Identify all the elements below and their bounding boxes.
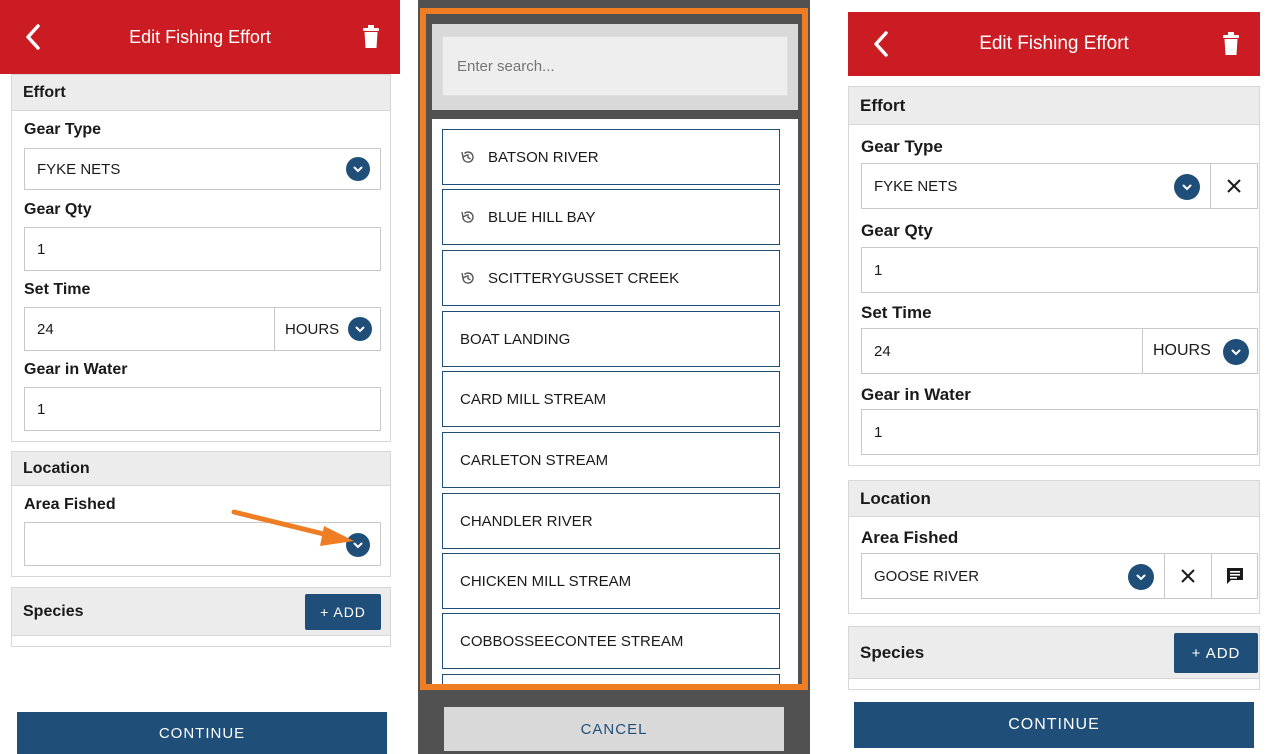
- set-time-input[interactable]: 24: [24, 307, 275, 351]
- list-item-partial[interactable]: [442, 674, 780, 684]
- search-input[interactable]: [442, 36, 788, 96]
- list-item-label: BOAT LANDING: [460, 330, 571, 348]
- history-icon: [461, 151, 474, 163]
- trash-icon[interactable]: [362, 25, 380, 49]
- list-item-label: BATSON RIVER: [488, 148, 599, 166]
- gear-type-select[interactable]: FYKE NETS: [24, 148, 381, 190]
- set-time-label: Set Time: [861, 303, 932, 322]
- app-header: Edit Fishing Effort: [848, 12, 1260, 76]
- location-heading: Location: [12, 452, 390, 486]
- list-item[interactable]: BOAT LANDING: [442, 311, 780, 367]
- effort-card: Effort Gear Type FYKE NETS Gear Qty 1 Se…: [11, 74, 391, 442]
- continue-button[interactable]: CONTINUE: [17, 712, 387, 754]
- trash-icon[interactable]: [1222, 32, 1240, 56]
- effort-heading: Effort: [12, 75, 390, 111]
- species-card: Species + ADD: [11, 587, 391, 647]
- chevron-left-icon[interactable]: [22, 23, 44, 51]
- chevron-down-icon[interactable]: [1128, 564, 1154, 590]
- gear-qty-value: 1: [874, 261, 883, 279]
- set-time-unit-value: HOURS: [1153, 342, 1211, 359]
- edit-fishing-effort-screen-empty: Edit Fishing Effort Effort Gear Type FYK…: [0, 0, 400, 754]
- gear-type-select[interactable]: FYKE NETS: [861, 163, 1211, 209]
- chevron-down-icon[interactable]: [348, 317, 372, 341]
- history-icon: [461, 211, 474, 223]
- list-item[interactable]: SCITTERYGUSSET CREEK: [442, 250, 780, 306]
- gear-type-value: FYKE NETS: [37, 160, 121, 178]
- area-picker-screen: BATSON RIVER BLUE HILL BAY SCITTERYGUSSE…: [418, 0, 810, 754]
- search-bar: [432, 24, 798, 110]
- page-title: Edit Fishing Effort: [129, 26, 271, 47]
- list-item[interactable]: BLUE HILL BAY: [442, 189, 780, 245]
- gear-qty-input[interactable]: 1: [24, 227, 381, 271]
- gear-in-water-value: 1: [37, 400, 46, 418]
- gear-qty-value: 1: [37, 240, 46, 258]
- list-item-label: CHANDLER RIVER: [460, 512, 593, 530]
- gear-qty-input[interactable]: 1: [861, 247, 1258, 293]
- gear-qty-label: Gear Qty: [24, 201, 92, 218]
- list-item-label: SCITTERYGUSSET CREEK: [488, 269, 680, 287]
- set-time-input[interactable]: 24: [861, 328, 1143, 374]
- app-header: Edit Fishing Effort: [0, 0, 400, 74]
- close-icon: [1181, 569, 1195, 583]
- effort-card: Effort Gear Type FYKE NETS Gear Qty 1 Se…: [848, 86, 1260, 466]
- set-time-unit-select[interactable]: HOURS: [274, 307, 381, 351]
- area-fished-value: GOOSE RIVER: [874, 567, 980, 585]
- edit-fishing-effort-screen-filled: Edit Fishing Effort Effort Gear Type FYK…: [838, 0, 1270, 754]
- comment-button[interactable]: [1211, 553, 1258, 599]
- gear-in-water-label: Gear in Water: [861, 385, 971, 404]
- area-fished-label: Area Fished: [24, 496, 116, 513]
- history-icon: [461, 272, 474, 284]
- list-item-label: CARLETON STREAM: [460, 451, 609, 469]
- list-item[interactable]: CHICKEN MILL STREAM: [442, 553, 780, 609]
- chevron-down-icon[interactable]: [1223, 339, 1249, 365]
- list-item-label: CARD MILL STREAM: [460, 390, 607, 408]
- chevron-down-icon[interactable]: [346, 157, 370, 181]
- list-item-label: COBBOSSEECONTEE STREAM: [460, 632, 684, 650]
- list-item-label: CHICKEN MILL STREAM: [460, 572, 632, 590]
- page-title: Edit Fishing Effort: [979, 33, 1129, 54]
- chevron-left-icon[interactable]: [870, 30, 892, 58]
- cancel-button[interactable]: CANCEL: [444, 707, 784, 751]
- close-icon: [1227, 179, 1241, 193]
- list-item[interactable]: CARLETON STREAM: [442, 432, 780, 488]
- list-item[interactable]: COBBOSSEECONTEE STREAM: [442, 613, 780, 669]
- clear-gear-type-button[interactable]: [1210, 163, 1258, 209]
- gear-qty-label: Gear Qty: [861, 221, 933, 240]
- effort-heading: Effort: [849, 87, 1259, 125]
- add-species-button[interactable]: + ADD: [305, 594, 381, 630]
- continue-button[interactable]: CONTINUE: [854, 702, 1254, 748]
- set-time-unit-value: HOURS: [285, 320, 340, 338]
- area-fished-select[interactable]: GOOSE RIVER: [861, 553, 1165, 599]
- chevron-down-icon[interactable]: [1174, 174, 1200, 200]
- area-fished-label: Area Fished: [861, 528, 959, 547]
- species-card: Species + ADD: [848, 626, 1260, 690]
- gear-in-water-label: Gear in Water: [24, 361, 128, 378]
- set-time-unit-select[interactable]: HOURS: [1142, 328, 1258, 374]
- gear-in-water-value: 1: [874, 423, 883, 441]
- arrow-annotation-icon: [231, 509, 354, 546]
- add-species-button[interactable]: + ADD: [1174, 633, 1258, 673]
- gear-type-label: Gear Type: [24, 121, 102, 138]
- gear-type-label: Gear Type: [861, 137, 943, 156]
- gear-in-water-input[interactable]: 1: [24, 387, 381, 431]
- gear-in-water-input[interactable]: 1: [861, 409, 1258, 455]
- set-time-label: Set Time: [24, 281, 91, 298]
- list-item[interactable]: CARD MILL STREAM: [442, 371, 780, 427]
- list-item-label: BLUE HILL BAY: [488, 208, 596, 226]
- set-time-value: 24: [874, 342, 891, 360]
- picker-highlight-frame: BATSON RIVER BLUE HILL BAY SCITTERYGUSSE…: [420, 8, 808, 690]
- list-item[interactable]: CHANDLER RIVER: [442, 493, 780, 549]
- set-time-value: 24: [37, 320, 54, 338]
- comment-icon: [1226, 568, 1243, 584]
- gear-type-value: FYKE NETS: [874, 177, 958, 195]
- list-item[interactable]: BATSON RIVER: [442, 129, 780, 185]
- location-card: Location Area Fished GOOSE RIVER: [848, 480, 1260, 614]
- location-heading: Location: [849, 481, 1259, 517]
- clear-area-fished-button[interactable]: [1164, 553, 1212, 599]
- area-list[interactable]: BATSON RIVER BLUE HILL BAY SCITTERYGUSSE…: [432, 119, 798, 684]
